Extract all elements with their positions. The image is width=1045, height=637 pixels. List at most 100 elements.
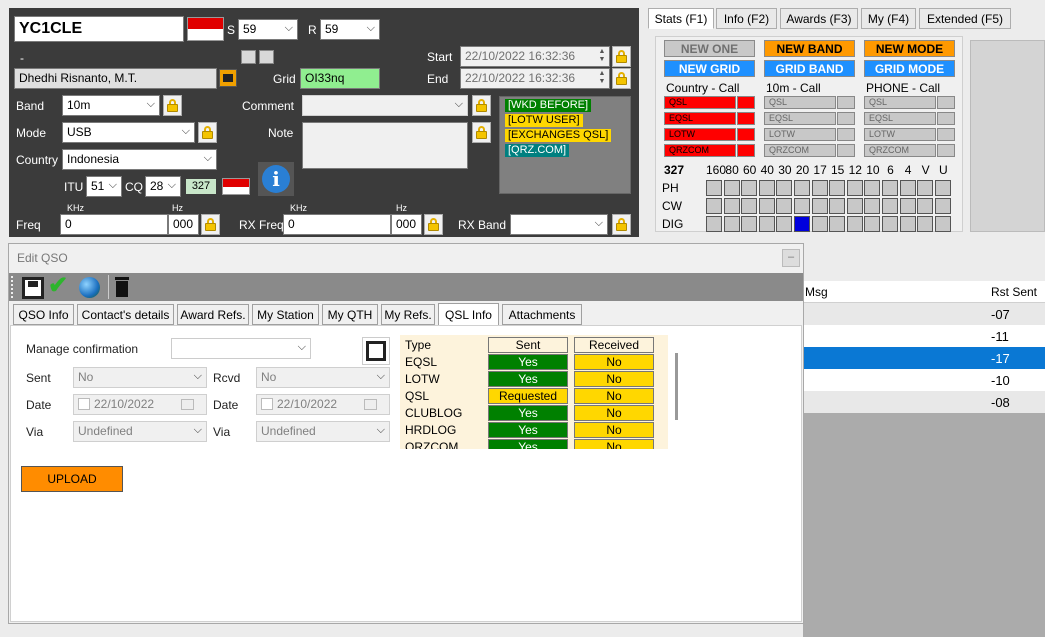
- table-row[interactable]: -07: [803, 303, 1045, 325]
- itu-select[interactable]: 51 ⌵: [86, 176, 122, 197]
- band-mode-cell: [899, 180, 916, 196]
- date-sent-checkbox[interactable]: [78, 398, 90, 410]
- mode-lock-button[interactable]: [198, 122, 217, 143]
- stat-button[interactable]: NEW GRID: [664, 60, 755, 77]
- table-row[interactable]: -11: [803, 325, 1045, 347]
- dialog-tab[interactable]: My Refs.: [381, 304, 435, 325]
- via-sent-select[interactable]: Undefined ⌵: [73, 421, 207, 442]
- freq-lock-button[interactable]: [201, 214, 220, 235]
- tab-stats[interactable]: Stats (F1): [648, 8, 714, 29]
- save-confirmation-button[interactable]: [362, 337, 390, 365]
- date-rcvd-checkbox[interactable]: [261, 398, 273, 410]
- info-button[interactable]: i: [258, 162, 294, 196]
- dialog-close-button[interactable]: –: [782, 249, 800, 267]
- start-lock-button[interactable]: [612, 46, 631, 67]
- sent-select[interactable]: No ⌵: [73, 367, 207, 388]
- table-row[interactable]: -08: [803, 391, 1045, 413]
- manage-confirmation-select[interactable]: ⌵: [171, 338, 311, 359]
- rxfreq-lock-button[interactable]: [424, 214, 443, 235]
- tab-info[interactable]: Info (F2): [716, 8, 777, 29]
- via-rcvd-select[interactable]: Undefined ⌵: [256, 421, 390, 442]
- callsign-input[interactable]: YC1CLE: [14, 16, 184, 42]
- rcvd-label: Rcvd: [213, 371, 241, 385]
- qsl-sent-cell[interactable]: Yes: [488, 405, 568, 421]
- rxband-lock-button[interactable]: [612, 214, 631, 235]
- qsl-sent-cell[interactable]: Yes: [488, 422, 568, 438]
- globe-icon[interactable]: [79, 277, 100, 298]
- dialog-tab[interactable]: Award Refs.: [177, 304, 249, 325]
- small-button-1[interactable]: [241, 50, 256, 64]
- grid-input[interactable]: OI33nq: [300, 68, 380, 89]
- comment-select[interactable]: ⌵: [302, 95, 468, 116]
- qsl-sent-cell[interactable]: Yes: [488, 439, 568, 449]
- band-mode-cell: [723, 198, 740, 214]
- rxfreq-hz-input[interactable]: 000: [391, 214, 422, 235]
- dialog-tab[interactable]: My QTH: [322, 304, 378, 325]
- qsl-sent-cell[interactable]: Yes: [488, 371, 568, 387]
- freq-hz-input[interactable]: 000: [168, 214, 199, 235]
- date-rcvd-label: Date: [213, 398, 239, 412]
- confirm-check-icon[interactable]: ✔: [48, 273, 74, 299]
- dialog-tab[interactable]: My Station: [252, 304, 319, 325]
- dialog-tab[interactable]: Attachments: [502, 304, 582, 325]
- table-row[interactable]: -17: [803, 347, 1045, 369]
- band-mode-cell: [829, 180, 846, 196]
- qsl-received-cell[interactable]: No: [574, 354, 654, 370]
- tag-item: [LOTW USER]: [505, 114, 583, 127]
- stat-button[interactable]: GRID MODE: [864, 60, 955, 77]
- qsl-table-scrollbar[interactable]: [675, 353, 678, 420]
- band-select[interactable]: 10m ⌵: [62, 95, 160, 116]
- qsl-received-cell[interactable]: No: [574, 388, 654, 404]
- upload-button[interactable]: UPLOAD: [21, 466, 123, 492]
- qsl-sent-cell[interactable]: Yes: [488, 354, 568, 370]
- country-select[interactable]: Indonesia ⌵: [62, 149, 217, 170]
- mode-select[interactable]: USB ⌵: [62, 122, 195, 143]
- operator-name-input[interactable]: Dhedhi Risnanto, M.T.: [14, 68, 217, 89]
- cq-select[interactable]: 28 ⌵: [145, 176, 181, 197]
- small-button-2[interactable]: [259, 50, 274, 64]
- band-mode-cell: [794, 180, 810, 196]
- tab-my[interactable]: My (F4): [861, 8, 916, 29]
- qsl-sent-cell[interactable]: Requested: [488, 388, 568, 404]
- rst-sent-select[interactable]: 59 ⌵: [238, 19, 298, 40]
- note-lock-button[interactable]: [472, 122, 491, 143]
- table-row[interactable]: -10: [803, 369, 1045, 391]
- save-icon[interactable]: [22, 277, 44, 299]
- rxband-select[interactable]: ⌵: [510, 214, 608, 235]
- rst-sent-cell: -11: [991, 329, 1009, 344]
- rxfreq-khz-input[interactable]: 0: [283, 214, 391, 235]
- dialog-tab[interactable]: Contact's details: [77, 304, 174, 325]
- dialog-tab[interactable]: QSL Info: [438, 303, 499, 326]
- qsl-received-cell[interactable]: No: [574, 405, 654, 421]
- freq-khz-input[interactable]: 0: [60, 214, 168, 235]
- rst-rcvd-select[interactable]: 59 ⌵: [320, 19, 380, 40]
- trash-icon[interactable]: [115, 277, 129, 297]
- calendar-icon[interactable]: [181, 399, 194, 410]
- tab-awards[interactable]: Awards (F3): [780, 8, 858, 29]
- stat-button[interactable]: NEW ONE: [664, 40, 755, 57]
- comment-lock-button[interactable]: [472, 95, 491, 116]
- band-column-label: 4: [904, 163, 912, 177]
- dialog-tab[interactable]: QSO Info: [13, 304, 74, 325]
- rst-rcvd-label: R: [308, 23, 317, 37]
- rcvd-select[interactable]: No ⌵: [256, 367, 390, 388]
- stat-button[interactable]: NEW MODE: [864, 40, 955, 57]
- qsl-received-cell[interactable]: No: [574, 422, 654, 438]
- calendar-icon[interactable]: [364, 399, 377, 410]
- end-datetime-input[interactable]: 22/10/2022 16:32:36 ▲ ▼: [460, 68, 610, 89]
- qsl-status-flag: [737, 112, 755, 125]
- band-lock-button[interactable]: [163, 95, 182, 116]
- band-column-label: 17: [813, 163, 827, 177]
- qsl-type-cell: HRDLOG: [405, 423, 457, 437]
- note-textarea[interactable]: [302, 122, 468, 169]
- stat-button[interactable]: NEW BAND: [764, 40, 855, 57]
- tab-extended[interactable]: Extended (F5): [919, 8, 1011, 29]
- qsl-status-cell: LOTW: [864, 128, 936, 141]
- lock-icon: [616, 218, 627, 231]
- qsl-received-cell[interactable]: No: [574, 439, 654, 449]
- start-datetime-input[interactable]: 22/10/2022 16:32:36 ▲ ▼: [460, 46, 610, 67]
- stat-button[interactable]: GRID BAND: [764, 60, 855, 77]
- qsl-received-cell[interactable]: No: [574, 371, 654, 387]
- qrz-lookup-button[interactable]: [219, 69, 237, 87]
- end-lock-button[interactable]: [612, 68, 631, 89]
